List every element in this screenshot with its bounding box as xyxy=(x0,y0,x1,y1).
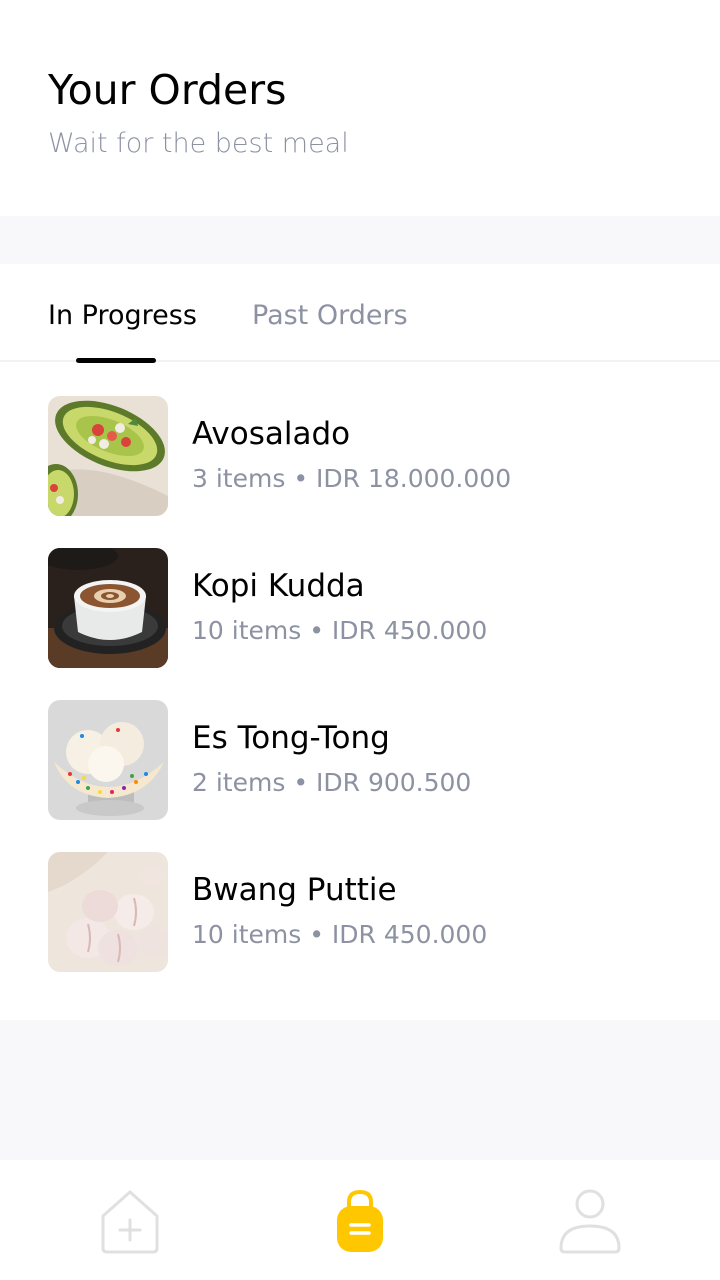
meta-separator: • xyxy=(309,616,324,645)
profile-icon xyxy=(559,1189,621,1254)
orders-panel: In Progress Past Orders Avosalado 3 item… xyxy=(0,264,720,1020)
order-price: IDR 900.500 xyxy=(316,768,472,797)
order-meta: 3 items • IDR 18.000.000 xyxy=(192,464,511,493)
order-price: IDR 450.000 xyxy=(331,920,488,949)
garlic-photo xyxy=(48,852,168,972)
page-title: Your Orders xyxy=(48,66,287,114)
orders-screen: Your Orders Wait for the best meal In Pr… xyxy=(0,0,720,1280)
order-item-avosalado[interactable]: Avosalado 3 items • IDR 18.000.000 xyxy=(0,396,720,548)
order-name: Es Tong-Tong xyxy=(192,720,390,756)
tab-in-progress[interactable]: In Progress xyxy=(48,300,197,331)
order-item-count: 3 items xyxy=(192,464,286,493)
home-add-icon xyxy=(101,1190,159,1254)
order-meta: 10 items • IDR 450.000 xyxy=(192,616,487,645)
page-header: Your Orders Wait for the best meal xyxy=(0,0,720,216)
ice-cream-photo xyxy=(48,700,168,820)
order-item-bwang-puttie[interactable]: Bwang Puttie 10 items • IDR 450.000 xyxy=(0,852,720,1004)
tab-past-orders[interactable]: Past Orders xyxy=(252,300,408,331)
latte-coffee-photo xyxy=(48,548,168,668)
order-price: IDR 450.000 xyxy=(331,616,488,645)
order-meta: 10 items • IDR 450.000 xyxy=(192,920,487,949)
order-item-es-tong-tong[interactable]: Es Tong-Tong 2 items • IDR 900.500 xyxy=(0,700,720,852)
order-item-kopi-kudda[interactable]: Kopi Kudda 10 items • IDR 450.000 xyxy=(0,548,720,700)
order-meta: 2 items • IDR 900.500 xyxy=(192,768,471,797)
meta-separator: • xyxy=(293,464,309,493)
nav-orders-button[interactable] xyxy=(325,1186,395,1256)
nav-profile-button[interactable] xyxy=(555,1186,625,1256)
order-name: Kopi Kudda xyxy=(192,568,365,604)
active-tab-indicator xyxy=(76,358,156,363)
meta-separator: • xyxy=(293,768,309,797)
avocado-salad-photo xyxy=(48,396,168,516)
shopping-bag-icon xyxy=(337,1189,383,1252)
meta-separator: • xyxy=(309,920,324,949)
order-item-count: 10 items xyxy=(192,920,302,949)
nav-home-button[interactable] xyxy=(95,1186,165,1256)
order-name: Avosalado xyxy=(192,416,351,452)
order-list: Avosalado 3 items • IDR 18.000.000 Kopi … xyxy=(0,396,720,1004)
page-subtitle: Wait for the best meal xyxy=(48,128,349,159)
order-item-count: 10 items xyxy=(192,616,302,645)
order-name: Bwang Puttie xyxy=(192,872,397,908)
order-item-count: 2 items xyxy=(192,768,286,797)
bottom-nav xyxy=(0,1160,720,1280)
order-price: IDR 18.000.000 xyxy=(316,464,512,493)
order-tabs: In Progress Past Orders xyxy=(0,264,720,363)
